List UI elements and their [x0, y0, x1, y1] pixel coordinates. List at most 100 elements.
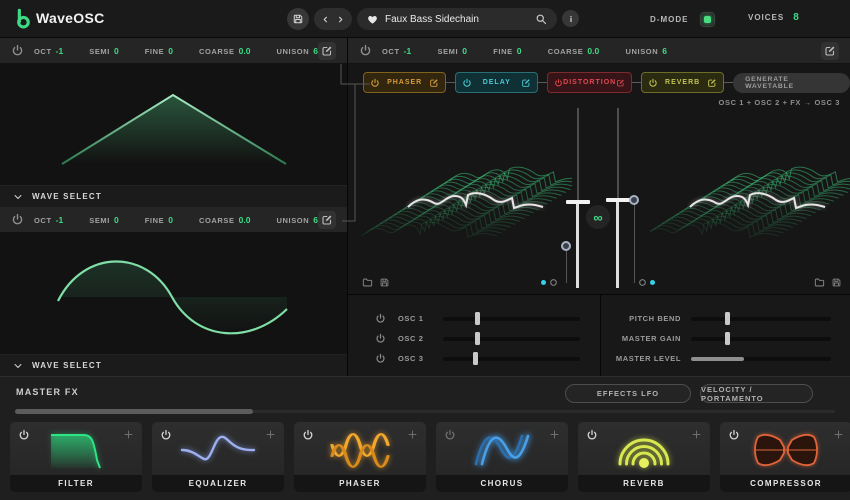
power-icon[interactable]: [375, 353, 386, 364]
osc1-wave-select[interactable]: WAVE SELECT: [0, 185, 347, 207]
wavetable-position-slider-2[interactable]: [606, 108, 630, 288]
osc2-power-icon[interactable]: [11, 213, 24, 226]
d-mode-control: D-MODE: [650, 12, 715, 27]
power-icon[interactable]: [444, 429, 456, 441]
osc2-oct[interactable]: OCT-1: [34, 215, 63, 225]
osc2-coarse[interactable]: COARSE0.0: [199, 215, 251, 225]
add-route-icon[interactable]: [833, 429, 844, 440]
preset-browser-field[interactable]: Faux Bass Sidechain: [357, 8, 557, 30]
osc3-edit-button[interactable]: [821, 42, 839, 60]
osc3-unison[interactable]: UNISON6: [625, 46, 667, 56]
osc3-oct[interactable]: OCT-1: [382, 46, 411, 56]
mod-slider-left[interactable]: [561, 246, 571, 283]
app-logo-icon: [12, 8, 34, 30]
slider-thumb[interactable]: [473, 352, 478, 365]
power-icon[interactable]: [586, 429, 598, 441]
osc2-unison[interactable]: UNISON6: [276, 215, 318, 225]
master-level-meter[interactable]: [691, 352, 831, 365]
osc1-power-icon[interactable]: [11, 44, 24, 57]
slider-thumb[interactable]: [725, 312, 730, 325]
slider-thumb[interactable]: [725, 332, 730, 345]
add-route-icon[interactable]: [691, 429, 702, 440]
mod-knob[interactable]: [561, 241, 571, 251]
previous-preset-icon[interactable]: [321, 15, 330, 24]
osc1-fine[interactable]: FINE0: [145, 46, 173, 56]
osc1-unison[interactable]: UNISON6: [276, 46, 318, 56]
osc2-wave-select[interactable]: WAVE SELECT: [0, 354, 347, 376]
fx-card-phaser[interactable]: PHASER: [294, 422, 426, 492]
mod-knob[interactable]: [629, 195, 639, 205]
edit-icon[interactable]: [429, 78, 439, 88]
slider-handle[interactable]: [566, 200, 590, 204]
osc2-wave-display[interactable]: [0, 233, 347, 354]
osc3-fine[interactable]: FINE0: [493, 46, 521, 56]
fx-chain-reverb[interactable]: REVERB: [641, 72, 724, 93]
power-icon[interactable]: [728, 429, 740, 441]
effects-lfo-button[interactable]: EFFECTS LFO: [565, 384, 691, 403]
velocity-portamento-button[interactable]: VELOCITY / PORTAMENTO: [700, 384, 813, 403]
load-wavetable-folder-icon[interactable]: [362, 277, 373, 288]
edit-icon[interactable]: [521, 78, 531, 88]
mod-source-icon[interactable]: [638, 278, 647, 287]
osc-to-fx-connectors: [330, 50, 376, 236]
osc3-level-slider[interactable]: [443, 352, 580, 365]
fx-card-filter[interactable]: FILTER: [10, 422, 142, 492]
generate-wavetable-button[interactable]: GENERATE WAVETABLE: [733, 73, 850, 93]
osc1-oct[interactable]: OCT-1: [34, 46, 63, 56]
next-preset-icon[interactable]: [336, 15, 345, 24]
fx-card-equalizer[interactable]: EQUALIZER: [152, 422, 284, 492]
fx-chain-delay[interactable]: DELAY: [455, 72, 538, 93]
chain-connector: [446, 82, 455, 83]
fx-card-chorus[interactable]: CHORUS: [436, 422, 568, 492]
d-mode-toggle[interactable]: [700, 12, 715, 27]
osc2-fine[interactable]: FINE0: [145, 215, 173, 225]
search-icon[interactable]: [535, 13, 547, 25]
power-icon[interactable]: [375, 313, 386, 324]
fx-card-compressor[interactable]: COMPRESSOR: [720, 422, 850, 492]
osc2-semi[interactable]: SEMI0: [89, 215, 118, 225]
load-wavetable-folder-icon[interactable]: [814, 277, 825, 288]
osc2-level-slider[interactable]: [443, 332, 580, 345]
fx-scrollbar[interactable]: [15, 409, 835, 414]
power-icon[interactable]: [554, 78, 563, 88]
osc3-semi[interactable]: SEMI0: [437, 46, 466, 56]
add-route-icon[interactable]: [549, 429, 560, 440]
wavetable-display-left[interactable]: [358, 102, 572, 292]
slider-thumb[interactable]: [475, 312, 480, 325]
osc1-wave-display[interactable]: [0, 64, 347, 185]
add-route-icon[interactable]: [407, 429, 418, 440]
osc1-semi[interactable]: SEMI0: [89, 46, 118, 56]
slider-thumb[interactable]: [475, 332, 480, 345]
slider-handle[interactable]: [606, 198, 630, 202]
osc1-coarse[interactable]: COARSE0.0: [199, 46, 251, 56]
add-route-icon[interactable]: [265, 429, 276, 440]
mod-slider-right[interactable]: [629, 200, 639, 283]
osc3-coarse[interactable]: COARSE0.0: [548, 46, 600, 56]
wavetable-display-right[interactable]: [650, 102, 850, 292]
scrollbar-thumb[interactable]: [15, 409, 253, 414]
add-route-icon[interactable]: [123, 429, 134, 440]
power-icon[interactable]: [302, 429, 314, 441]
voices-label: VOICES: [748, 13, 784, 22]
power-icon[interactable]: [375, 333, 386, 344]
power-icon[interactable]: [648, 78, 658, 88]
favorite-heart-icon[interactable]: [367, 14, 378, 25]
preset-name[interactable]: Faux Bass Sidechain: [385, 14, 528, 25]
info-button[interactable]: [562, 10, 579, 27]
save-wavetable-icon[interactable]: [831, 277, 842, 288]
fx-card-reverb[interactable]: REVERB: [578, 422, 710, 492]
save-preset-button[interactable]: [287, 8, 309, 30]
edit-icon[interactable]: [616, 78, 625, 88]
master-gain-slider[interactable]: [691, 332, 831, 345]
save-wavetable-icon[interactable]: [379, 277, 390, 288]
power-icon[interactable]: [18, 429, 30, 441]
voices-value[interactable]: 8: [793, 12, 799, 23]
fx-chain-distortion[interactable]: DISTORTION: [547, 72, 632, 93]
osc1-level-slider[interactable]: [443, 312, 580, 325]
mod-source-icon[interactable]: [549, 278, 558, 287]
edit-icon[interactable]: [707, 78, 717, 88]
power-icon[interactable]: [462, 78, 472, 88]
link-sliders-button[interactable]: ∞: [586, 205, 610, 229]
pitch-bend-slider[interactable]: [691, 312, 831, 325]
power-icon[interactable]: [160, 429, 172, 441]
